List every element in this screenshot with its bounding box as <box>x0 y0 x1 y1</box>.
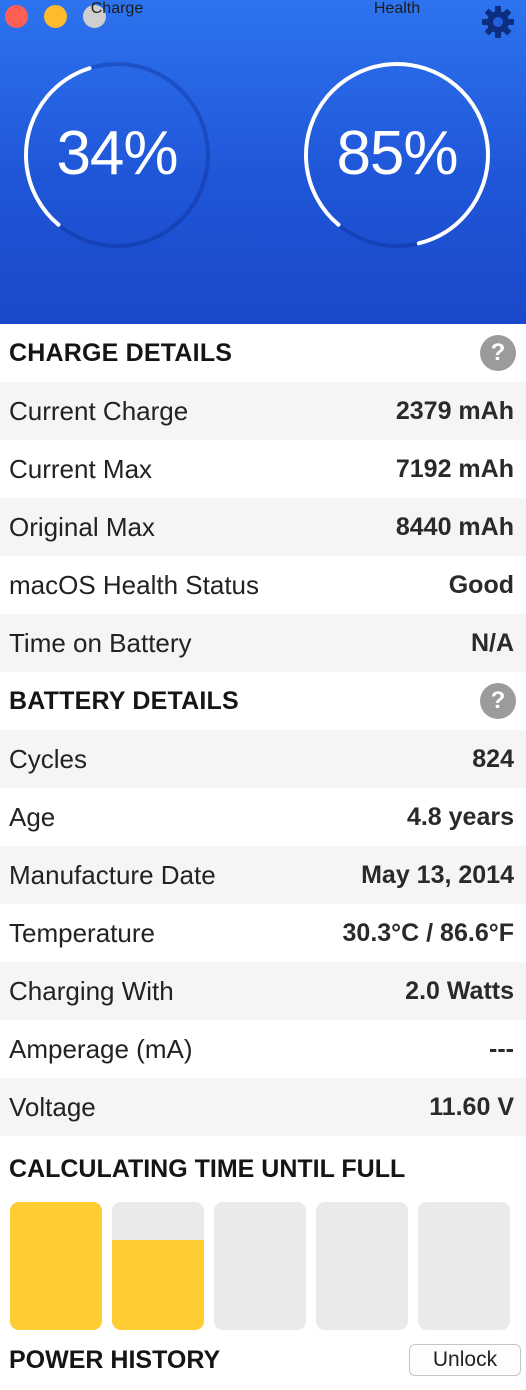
charge-label: Charge <box>90 0 144 17</box>
detail-row: Age 4.8 years <box>0 788 526 846</box>
charge-cell <box>10 1202 102 1330</box>
detail-value: May 13, 2014 <box>361 860 514 889</box>
charge-details-header: CHARGE DETAILS ? <box>0 324 526 382</box>
detail-row: Current Max 7192 mAh <box>0 440 526 498</box>
detail-value: 7192 mAh <box>395 454 514 483</box>
detail-value: 8440 mAh <box>395 512 514 541</box>
header: 34% Charge 85% Health <box>0 0 526 324</box>
detail-label: Current Max <box>9 453 153 484</box>
help-icon[interactable]: ? <box>480 335 516 371</box>
detail-label: macOS Health Status <box>9 569 259 600</box>
detail-label: Temperature <box>9 917 155 948</box>
detail-row: Charging With 2.0 Watts <box>0 962 526 1020</box>
detail-row: Current Charge 2379 mAh <box>0 382 526 440</box>
health-label: Health <box>373 0 421 17</box>
charge-cell <box>214 1202 306 1330</box>
detail-label: Original Max <box>9 511 155 542</box>
health-gauge: 85% <box>302 60 502 250</box>
detail-row: Temperature 30.3°C / 86.6°F <box>0 904 526 962</box>
detail-row: Voltage 11.60 V <box>0 1078 526 1136</box>
detail-row: macOS Health Status Good <box>0 556 526 614</box>
detail-value: 11.60 V <box>429 1092 514 1121</box>
detail-label: Age <box>9 801 56 832</box>
charge-percent: 34% <box>56 119 178 188</box>
battery-details-title: BATTERY DETAILS <box>9 686 239 715</box>
detail-value: 824 <box>472 744 514 773</box>
charge-cell-fill <box>10 1202 102 1330</box>
detail-value: 30.3°C / 86.6°F <box>342 918 514 947</box>
charge-gauge: 34% <box>22 60 222 250</box>
detail-value: 2.0 Watts <box>405 976 514 1005</box>
charge-cell <box>418 1202 510 1330</box>
detail-row: Manufacture Date May 13, 2014 <box>0 846 526 904</box>
detail-label: Charging With <box>9 975 174 1006</box>
detail-value: N/A <box>470 628 514 657</box>
detail-label: Amperage (mA) <box>9 1033 193 1064</box>
charge-cell <box>316 1202 408 1330</box>
detail-label: Voltage <box>9 1091 96 1122</box>
detail-value: Good <box>448 570 514 599</box>
detail-row: Cycles 824 <box>0 730 526 788</box>
detail-label: Time on Battery <box>9 627 192 658</box>
detail-value: --- <box>489 1034 514 1063</box>
battery-details-header: BATTERY DETAILS ? <box>0 672 526 730</box>
detail-label: Manufacture Date <box>9 859 216 890</box>
detail-row: Time on Battery N/A <box>0 614 526 672</box>
charge-cell <box>112 1202 204 1330</box>
time-until-full-title: CALCULATING TIME UNTIL FULL <box>9 1154 406 1183</box>
unlock-button[interactable]: Unlock <box>409 1344 521 1376</box>
detail-row: Original Max 8440 mAh <box>0 498 526 556</box>
detail-label: Current Charge <box>9 395 189 426</box>
charge-details-title: CHARGE DETAILS <box>9 338 233 367</box>
detail-label: Cycles <box>9 743 88 774</box>
detail-value: 2379 mAh <box>395 396 514 425</box>
charge-level-cells <box>0 1202 526 1330</box>
health-percent: 85% <box>336 119 458 188</box>
detail-value: 4.8 years <box>406 802 514 831</box>
power-history-title: POWER HISTORY <box>9 1345 221 1374</box>
power-history-header: POWER HISTORY Unlock <box>0 1330 526 1390</box>
help-icon[interactable]: ? <box>480 683 516 719</box>
detail-row: Amperage (mA) --- <box>0 1020 526 1078</box>
charge-cell-fill <box>112 1240 204 1330</box>
